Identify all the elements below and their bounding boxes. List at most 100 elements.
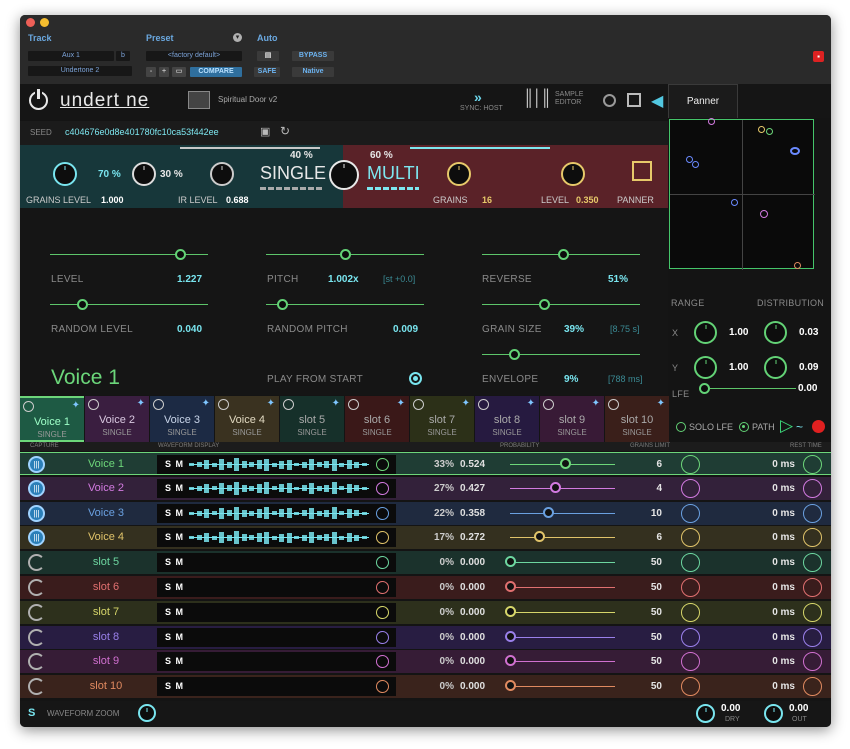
- copy-icon[interactable]: ▭: [172, 67, 186, 77]
- rest-time-knob[interactable]: [803, 627, 822, 647]
- waveform-knob[interactable]: [376, 680, 389, 694]
- probability-handle[interactable]: [560, 458, 571, 469]
- random-level-slider[interactable]: [50, 304, 208, 305]
- grains-limit-knob[interactable]: [681, 602, 700, 622]
- pitch-slider-handle[interactable]: [340, 249, 351, 260]
- solo-mute-buttons[interactable]: S M: [165, 508, 184, 518]
- solo-mute-buttons[interactable]: S M: [165, 656, 184, 666]
- waveform-knob[interactable]: [376, 506, 389, 520]
- empty-slot-icon[interactable]: [28, 603, 45, 621]
- waveform-display[interactable]: S M: [157, 455, 396, 474]
- waveform-display[interactable]: S M: [157, 503, 396, 523]
- probability-handle[interactable]: [505, 655, 516, 667]
- probability-handle[interactable]: [505, 680, 516, 692]
- rest-time-knob[interactable]: [803, 602, 822, 622]
- waveform-knob[interactable]: [376, 581, 389, 594]
- voice-tab[interactable]: ✦ slot 8 SINGLE: [475, 396, 539, 442]
- pin-icon[interactable]: ✦: [137, 398, 145, 409]
- probability-handle[interactable]: [505, 630, 516, 642]
- reverse-slider-handle[interactable]: [558, 249, 569, 260]
- envelope-handle[interactable]: [509, 349, 520, 360]
- layout-icon[interactable]: [627, 93, 641, 107]
- waveform-knob[interactable]: [376, 481, 389, 495]
- pin-icon[interactable]: ✦: [72, 400, 80, 411]
- waveform-knob[interactable]: [376, 630, 389, 644]
- empty-slot-icon[interactable]: [28, 628, 45, 646]
- rest-time-knob[interactable]: [803, 478, 822, 498]
- probability-slider[interactable]: [510, 562, 615, 564]
- track-selector[interactable]: Aux 1: [28, 51, 114, 61]
- waveform-knob[interactable]: [376, 458, 389, 471]
- level-slider-handle[interactable]: [175, 249, 186, 260]
- grains-limit-knob[interactable]: [681, 578, 700, 597]
- insert-selector[interactable]: Undertone 2: [28, 66, 132, 76]
- voice-tab[interactable]: ✦ slot 5 SINGLE: [280, 396, 344, 442]
- solo-footer-button[interactable]: S: [28, 707, 35, 719]
- solo-mute-buttons[interactable]: S M: [165, 532, 184, 542]
- collapse-icon[interactable]: ◀: [651, 91, 663, 111]
- grain-size-handle[interactable]: [539, 299, 550, 310]
- probability-handle[interactable]: [550, 481, 561, 493]
- solo-lfe-toggle[interactable]: [676, 422, 686, 432]
- distribution-x-knob[interactable]: [764, 321, 787, 344]
- mode-crossfade-knob[interactable]: [329, 160, 359, 190]
- grains-limit-knob[interactable]: [681, 553, 700, 573]
- probability-slider[interactable]: [510, 537, 615, 539]
- refresh-icon[interactable]: ↻: [280, 124, 290, 138]
- rest-time-knob[interactable]: [803, 578, 822, 597]
- empty-slot-icon[interactable]: [28, 678, 45, 696]
- pin-icon[interactable]: ✦: [267, 398, 275, 409]
- random-pitch-handle[interactable]: [277, 299, 288, 310]
- multi-mix-bar[interactable]: [410, 147, 550, 149]
- probability-handle[interactable]: [543, 506, 554, 518]
- panner-icon[interactable]: [632, 161, 652, 181]
- sync-icon[interactable]: »: [474, 89, 482, 105]
- ir-level-knob[interactable]: [132, 162, 156, 186]
- distribution-y-knob[interactable]: [764, 356, 787, 379]
- waveform-display[interactable]: S M: [157, 528, 396, 548]
- sync-label[interactable]: SYNC: HOST: [460, 105, 503, 112]
- empty-slot-icon[interactable]: [28, 579, 45, 596]
- rest-time-knob[interactable]: [803, 553, 822, 573]
- grains-limit-knob[interactable]: [681, 528, 700, 548]
- waveform-display[interactable]: S M: [157, 478, 396, 498]
- probability-handle[interactable]: [534, 531, 545, 543]
- play-from-start-toggle[interactable]: [409, 372, 422, 385]
- empty-slot-icon[interactable]: [28, 554, 45, 572]
- probability-slider[interactable]: [510, 611, 615, 613]
- pin-icon[interactable]: ✦: [332, 398, 340, 409]
- grains-level-knob[interactable]: [53, 162, 77, 186]
- compare-button[interactable]: COMPARE: [190, 67, 242, 77]
- panner-display[interactable]: [669, 118, 815, 270]
- grains-knob[interactable]: [447, 162, 471, 186]
- multi-mode-button[interactable]: MULTI: [367, 163, 420, 184]
- grains-limit-knob[interactable]: [681, 677, 700, 697]
- waveform-icon[interactable]: ║│║: [523, 90, 552, 108]
- solo-mute-buttons[interactable]: S M: [165, 582, 184, 592]
- probability-slider[interactable]: [510, 512, 615, 514]
- capture-icon[interactable]: |||: [28, 504, 45, 522]
- preset-menu-icon[interactable]: ▾: [233, 33, 242, 42]
- single-mix-bar[interactable]: [180, 147, 320, 149]
- probability-slider[interactable]: [510, 487, 615, 489]
- waveform-display[interactable]: S M: [157, 578, 396, 597]
- lfe-slider-handle[interactable]: [699, 383, 710, 394]
- safe-button[interactable]: SAFE: [254, 67, 280, 77]
- pin-icon[interactable]: ✦: [397, 398, 405, 409]
- waveform-knob[interactable]: [376, 556, 389, 570]
- waveform-knob[interactable]: [376, 655, 389, 669]
- voice-tab[interactable]: ✦ slot 10 SINGLE: [605, 396, 669, 442]
- voice-tab[interactable]: ✦ slot 6 SINGLE: [345, 396, 409, 442]
- rest-time-knob[interactable]: [803, 652, 822, 672]
- range-y-knob[interactable]: [694, 356, 717, 379]
- solo-mute-buttons[interactable]: S M: [165, 557, 184, 567]
- rest-time-knob[interactable]: [803, 677, 822, 697]
- waveform-display[interactable]: S M: [157, 553, 396, 573]
- record-icon[interactable]: [812, 420, 825, 433]
- single-mode-button[interactable]: SINGLE: [260, 163, 326, 184]
- preset-browser-icon[interactable]: [188, 91, 210, 109]
- capture-icon[interactable]: |||: [28, 529, 45, 547]
- rest-time-knob[interactable]: [803, 503, 822, 523]
- waveform-display[interactable]: S M: [157, 602, 396, 622]
- envelope-slider[interactable]: [482, 354, 640, 355]
